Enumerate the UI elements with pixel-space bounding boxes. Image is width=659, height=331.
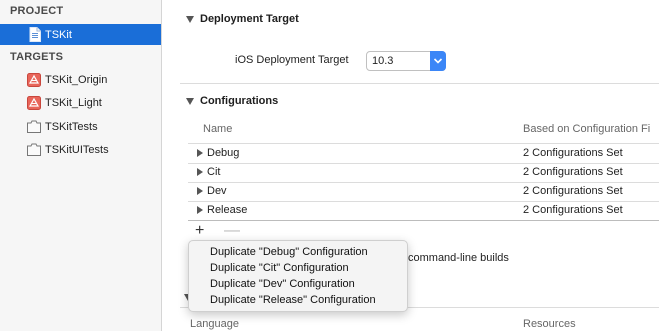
project-file-icon [29,27,41,42]
column-header-name[interactable]: Name [203,123,232,135]
configuration-name: Dev [207,185,227,197]
popup-value: 10.3 [372,55,394,67]
expand-triangle-icon[interactable] [197,206,203,214]
configurations-title: Configurations [200,95,279,107]
disclosure-triangle-icon[interactable] [186,98,194,105]
sidebar-item-label: TSKitTests [45,120,98,133]
menu-item-duplicate-debug[interactable]: Duplicate "Debug" Configuration [210,246,368,258]
popup-chevron-icon [430,51,446,71]
sidebar-item-target[interactable]: TSKit_Origin [0,69,161,90]
sidebar-item-label: TSKit_Light [45,96,102,109]
sidebar-item-target[interactable]: TSKitUITests [0,139,161,160]
configuration-row[interactable]: Cit 2 Configurations Set [188,163,659,182]
configuration-based-on: 2 Configurations Set [523,147,623,159]
column-header-language[interactable]: Language [190,318,239,330]
command-line-builds-text: command-line builds [408,252,509,264]
test-bundle-icon [27,120,41,133]
configuration-based-on: 2 Configurations Set [523,204,623,216]
project-section-header: PROJECT [10,5,64,17]
test-bundle-icon [27,143,41,156]
ios-deployment-target-label: iOS Deployment Target [235,54,349,66]
add-configuration-button[interactable]: + [195,222,204,240]
sidebar-item-label: TSKit [45,28,72,41]
menu-item-duplicate-cit[interactable]: Duplicate "Cit" Configuration [210,262,349,274]
expand-triangle-icon[interactable] [197,168,203,176]
targets-section-header: TARGETS [10,51,64,63]
sidebar-item-label: TSKit_Origin [45,73,108,86]
menu-item-duplicate-release[interactable]: Duplicate "Release" Configuration [210,294,376,306]
column-header-resources[interactable]: Resources [523,318,576,330]
expand-triangle-icon[interactable] [197,187,203,195]
sidebar-item-label: TSKitUITests [45,143,109,156]
configuration-name: Debug [207,147,240,159]
project-navigator-sidebar: PROJECT TSKit TARGETS TSKit_Origin TSKit… [0,0,162,331]
deployment-target-title: Deployment Target [200,13,299,25]
section-divider [180,83,659,84]
app-target-icon [27,95,41,110]
duplicate-configuration-menu: Duplicate "Debug" Configuration Duplicat… [188,240,408,312]
sidebar-item-target[interactable]: TSKitTests [0,116,161,137]
disclosure-triangle-icon[interactable] [186,16,194,23]
sidebar-item-target[interactable]: TSKit_Light [0,92,161,113]
configuration-name: Release [207,204,248,216]
app-target-icon [27,72,41,87]
configuration-row[interactable]: Dev 2 Configurations Set [188,182,659,201]
expand-triangle-icon[interactable] [197,149,203,157]
table-bottom-divider [188,220,659,221]
sidebar-item-project-tskit[interactable]: TSKit [0,24,161,45]
configuration-name: Cit [207,166,221,178]
configuration-based-on: 2 Configurations Set [523,185,623,197]
configuration-row[interactable]: Debug 2 Configurations Set [188,144,659,163]
menu-item-duplicate-dev[interactable]: Duplicate "Dev" Configuration [210,278,355,290]
ios-deployment-target-popup[interactable]: 10.3 [366,51,446,71]
configuration-row[interactable]: Release 2 Configurations Set [188,201,659,220]
configuration-based-on: 2 Configurations Set [523,166,623,178]
column-header-based-on[interactable]: Based on Configuration Fi [523,123,650,135]
remove-configuration-button[interactable]: — [224,222,240,240]
